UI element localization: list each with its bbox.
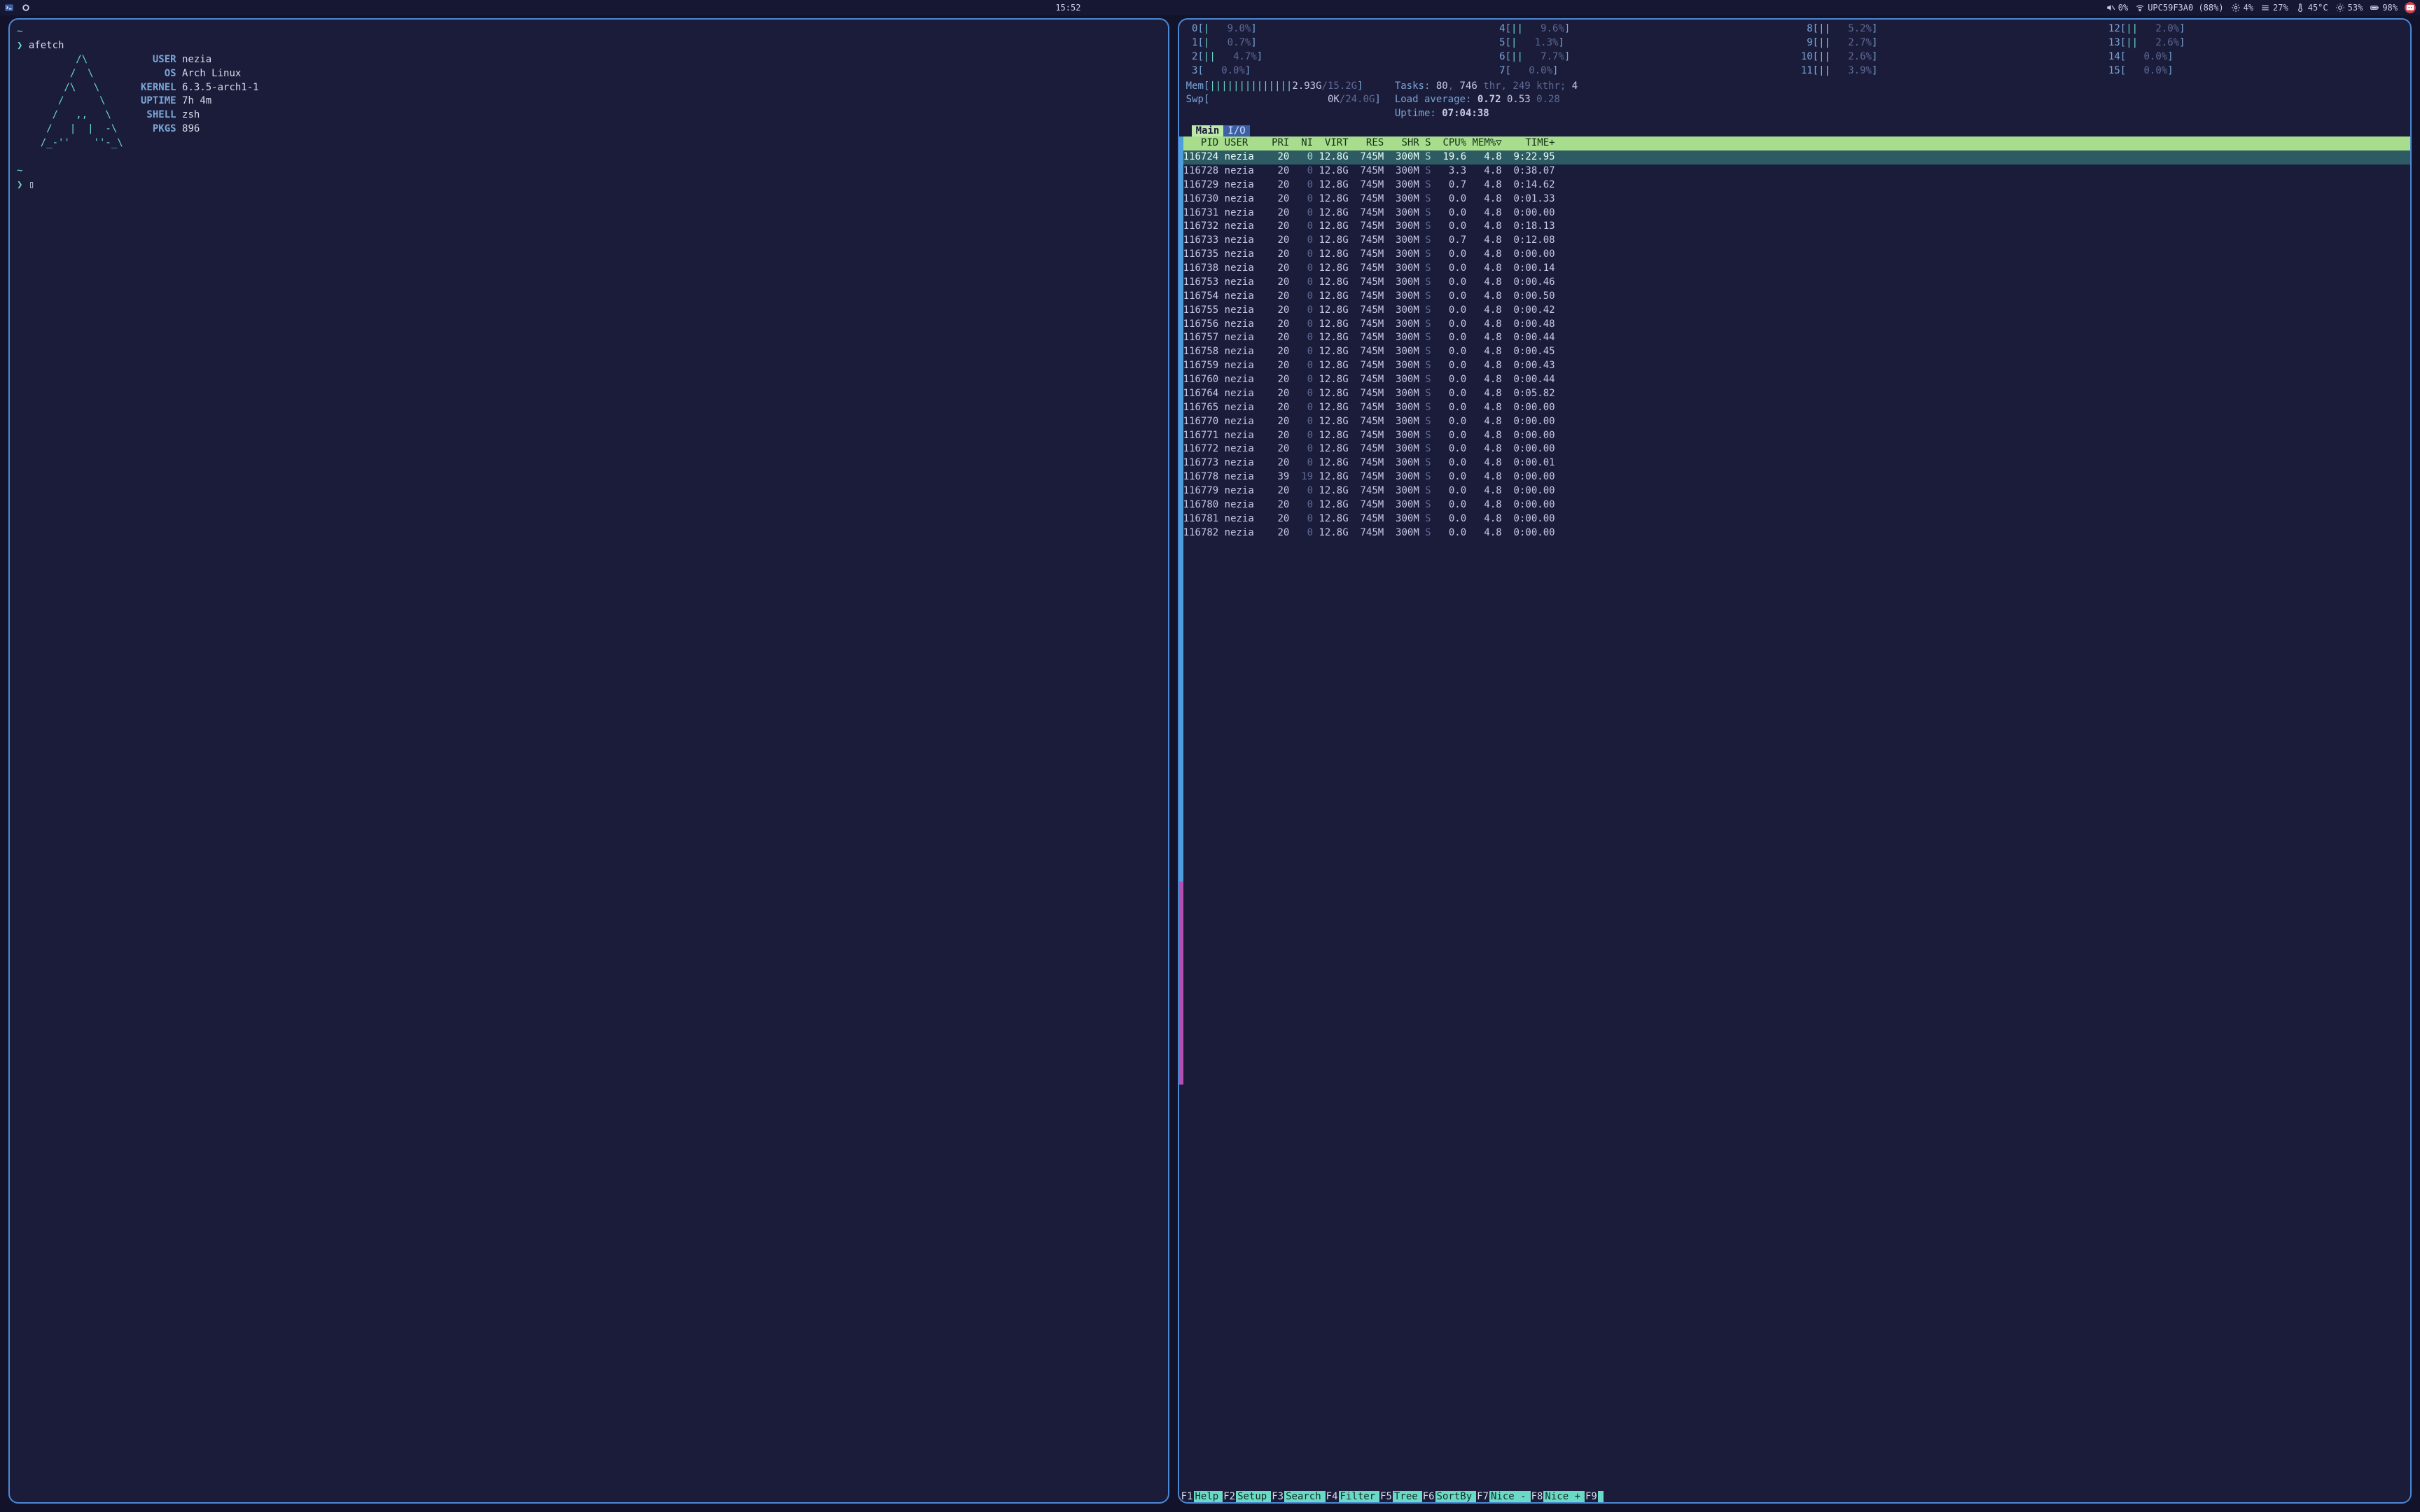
cpu-meter: 4[|| 9.6%] (1494, 22, 1788, 36)
tray-battery[interactable]: 98% (2370, 3, 2398, 13)
cpu-meter: 9[|| 2.7%] (1801, 36, 2096, 50)
cpu-meter: 8[|| 5.2%] (1801, 22, 2096, 36)
fn-f8[interactable]: F8Nice + (1531, 1491, 1585, 1502)
wifi-icon (2135, 3, 2145, 13)
cpu-meter: 11[|| 3.9%] (1801, 64, 2096, 78)
battery-icon (2370, 3, 2379, 13)
process-row[interactable]: 116754nezia20012.8G745M300MS0.04.80:00.5… (1183, 290, 2410, 304)
cpu-meter: 3[ 0.0%] (1186, 64, 1481, 78)
process-row[interactable]: 116757nezia20012.8G745M300MS0.04.80:00.4… (1183, 331, 2410, 345)
process-row[interactable]: 116764nezia20012.8G745M300MS0.04.80:05.8… (1183, 387, 2410, 401)
process-row[interactable]: 116782nezia20012.8G745M300MS0.04.80:00.0… (1183, 526, 2410, 540)
process-header[interactable]: PIDUSERPRINIVIRTRESSHRSCPU%MEM%▽TIME+ (1183, 136, 2410, 150)
process-row[interactable]: 116780nezia20012.8G745M300MS0.04.80:00.0… (1183, 498, 2410, 512)
tray-volume[interactable]: 0% (2106, 3, 2128, 13)
tray-temp[interactable]: 45°C (2295, 3, 2328, 13)
menu-value: 27% (2273, 3, 2288, 13)
process-row[interactable]: 116755nezia20012.8G745M300MS0.04.80:00.4… (1183, 304, 2410, 318)
process-row[interactable]: 116733nezia20012.8G745M300MS0.74.80:12.0… (1183, 234, 2410, 248)
battery-value: 98% (2382, 3, 2398, 13)
fn-f1[interactable]: F1Help (1181, 1491, 1223, 1502)
gear-value: 4% (2244, 3, 2253, 13)
process-row[interactable]: 116770nezia20012.8G745M300MS0.04.80:00.0… (1183, 415, 2410, 429)
tray-wifi[interactable]: UPC59F3A0 (88%) (2135, 3, 2223, 13)
function-key-bar: F1Help F2Setup F3SearchF4FilterF5Tree F6… (1179, 1491, 2410, 1502)
tray-menu[interactable]: 27% (2260, 3, 2288, 13)
cpu-meter: 15[ 0.0%] (2108, 64, 2403, 78)
top-bar: 15:52 0% UPC59F3A0 (88%) 4% 27% 45°C 53% (0, 0, 2420, 15)
process-row[interactable]: 116772nezia20012.8G745M300MS0.04.80:00.0… (1183, 442, 2410, 456)
process-row[interactable]: 116731nezia20012.8G745M300MS0.04.80:00.0… (1183, 206, 2410, 220)
process-row[interactable]: 116760nezia20012.8G745M300MS0.04.80:00.4… (1183, 373, 2410, 387)
htop-pane[interactable]: 0[| 9.0%]1[| 0.7%]2[|| 4.7%]3[ 0.0%] 4[||… (1178, 18, 2412, 1504)
cpu-meter: 1[| 0.7%] (1186, 36, 1481, 50)
menu-icon (2260, 3, 2270, 13)
task-summary: Tasks: 80, 746 thr, 249 kthr; 4Load aver… (1395, 80, 2403, 122)
tray-gear[interactable]: 4% (2231, 3, 2253, 13)
process-row[interactable]: 116728nezia20012.8G745M300MS3.34.80:38.0… (1183, 164, 2410, 178)
temp-value: 45°C (2308, 3, 2328, 13)
fn-f2[interactable]: F2Setup (1223, 1491, 1271, 1502)
fn-f5[interactable]: F5Tree (1379, 1491, 1422, 1502)
process-row[interactable]: 116753nezia20012.8G745M300MS0.04.80:00.4… (1183, 276, 2410, 290)
process-row[interactable]: 116779nezia20012.8G745M300MS0.04.80:00.0… (1183, 484, 2410, 498)
process-row[interactable]: 116771nezia20012.8G745M300MS0.04.80:00.0… (1183, 429, 2410, 443)
thermometer-icon (2295, 3, 2305, 13)
cpu-meter: 0[| 9.0%] (1186, 22, 1481, 36)
brightness-value: 53% (2348, 3, 2363, 13)
process-row[interactable]: 116756nezia20012.8G745M300MS0.04.80:00.4… (1183, 318, 2410, 332)
fn-f7[interactable]: F7Nice - (1476, 1491, 1530, 1502)
cpu-meter: 14[ 0.0%] (2108, 50, 2403, 64)
process-row[interactable]: 116758nezia20012.8G745M300MS0.04.80:00.4… (1183, 345, 2410, 359)
gear-icon (2231, 3, 2241, 13)
fn-f9[interactable]: F9 (1585, 1491, 1604, 1502)
process-row[interactable]: 116724nezia20012.8G745M300MS19.64.89:22.… (1183, 150, 2410, 164)
cpu-meter: 10[|| 2.6%] (1801, 50, 2096, 64)
tray-brightness[interactable]: 53% (2335, 3, 2363, 13)
process-row[interactable]: 116773nezia20012.8G745M300MS0.04.80:00.0… (1183, 456, 2410, 470)
process-row[interactable]: 116765nezia20012.8G745M300MS0.04.80:00.0… (1183, 401, 2410, 415)
swap-meter: Swp[ 0K/24.0G] (1186, 93, 1381, 107)
cpu-meter: 12[|| 2.0%] (2108, 22, 2403, 36)
sun-icon (2335, 3, 2345, 13)
cpu-meter: 6[|| 7.7%] (1494, 50, 1788, 64)
tab-io[interactable]: I/O (1223, 125, 1249, 136)
process-row[interactable]: 116735nezia20012.8G745M300MS0.04.80:00.0… (1183, 248, 2410, 262)
cpu-meter: 5[| 1.3%] (1494, 36, 1788, 50)
wifi-value: UPC59F3A0 (88%) (2148, 3, 2223, 13)
volume-icon (2106, 3, 2115, 13)
discord-icon[interactable] (2405, 2, 2416, 13)
process-row[interactable]: 116729nezia20012.8G745M300MS0.74.80:14.6… (1183, 178, 2410, 192)
process-row[interactable]: 116759nezia20012.8G745M300MS0.04.80:00.4… (1183, 359, 2410, 373)
circle-icon[interactable] (21, 3, 31, 13)
fn-f4[interactable]: F4Filter (1326, 1491, 1379, 1502)
tab-main[interactable]: Main (1192, 125, 1224, 136)
process-row[interactable]: 116738nezia20012.8G745M300MS0.04.80:00.1… (1183, 262, 2410, 276)
cpu-meter: 2[|| 4.7%] (1186, 50, 1481, 64)
process-row[interactable]: 116781nezia20012.8G745M300MS0.04.80:00.0… (1183, 512, 2410, 526)
cpu-meter: 13[|| 2.6%] (2108, 36, 2403, 50)
process-row[interactable]: 116730nezia20012.8G745M300MS0.04.80:01.3… (1183, 192, 2410, 206)
cpu-meter: 7[ 0.0%] (1494, 64, 1788, 78)
terminal-icon[interactable] (4, 3, 14, 13)
volume-value: 0% (2118, 3, 2128, 13)
process-row[interactable]: 116732nezia20012.8G745M300MS0.04.80:18.1… (1183, 220, 2410, 234)
clock: 15:52 (31, 3, 2106, 13)
process-row[interactable]: 116778nezia391912.8G745M300MS0.04.80:00.… (1183, 470, 2410, 484)
fn-f3[interactable]: F3Search (1271, 1491, 1325, 1502)
fn-f6[interactable]: F6SortBy (1422, 1491, 1476, 1502)
mem-meter: Mem[||||||||||||||2.93G/15.2G] (1186, 80, 1381, 94)
terminal-pane[interactable]: ~ ❯ afetch /\ USER nezia / \ OS Arch Lin… (8, 18, 1169, 1504)
